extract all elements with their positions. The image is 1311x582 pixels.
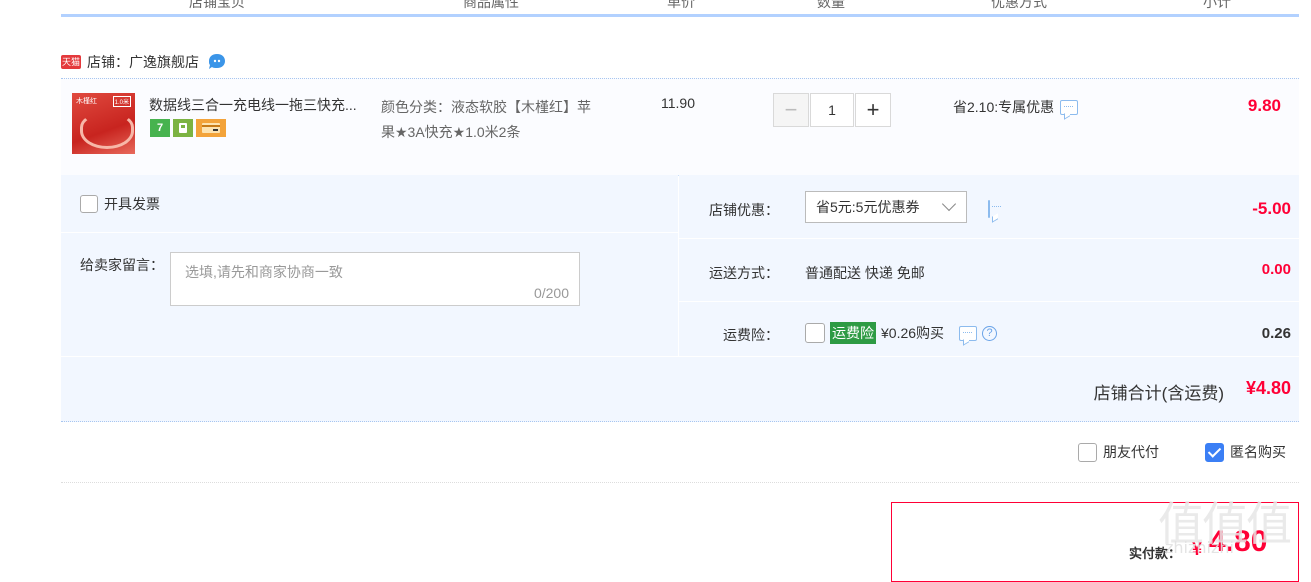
shop-coupon-select[interactable]: 省5元:5元优惠券 [805,191,967,223]
quantity-stepper: − 1 + [773,93,891,127]
seller-message-textarea[interactable]: 选填,请先和商家协商一致 0/200 [170,252,580,306]
shop-coupon-value: 省5元:5元优惠券 [816,199,920,215]
header-col-qty: 数量 [817,0,845,10]
seven-day-return-icon[interactable]: 7 [150,119,170,137]
invoice-checkbox[interactable] [80,195,98,213]
shop-total-amount: ¥4.80 [1245,378,1291,398]
shipping-method: 普通配送 快递 免邮 [805,265,925,281]
insurance-tag: 运费险 [830,322,876,344]
friend-pay-checkbox[interactable] [1078,442,1097,462]
divider [61,482,1299,484]
watermark-sub: zhizhizhi [1165,538,1234,557]
quantity-decrease-button[interactable]: − [773,93,809,127]
credit-card-icon[interactable] [196,119,226,137]
thumbnail-tag: 1.0米 [112,96,131,107]
cart-item-row: 木槿红 1.0米 数据线三合一充电线一拖三快充... 7 颜色分类：液态软胶【木… [61,78,1299,176]
chevron-down-icon [941,196,957,212]
message-placeholder: 选填,请先和商家协商一致 [185,264,343,280]
header-col-price: 单价 [667,0,695,10]
product-properties: 颜色分类：液态软胶【木槿红】苹 果★3A快充★1.0米2条 [381,95,621,145]
shop-name-link[interactable]: 店铺：广逸旗舰店 [87,52,199,72]
shipping-label: 运送方式： [709,265,779,281]
header-col-discount: 优惠方式 [991,0,1047,10]
cable-graphic [80,113,134,149]
product-title-link[interactable]: 数据线三合一充电线一拖三快充... [149,95,374,115]
shop-total-label: 店铺合计(含运费) [1093,384,1224,403]
insurance-comment-icon[interactable] [959,325,978,341]
property-line: 果★3A快充★1.0米2条 [381,124,521,140]
item-discount: 省2.10:专属优惠 [953,97,1079,117]
order-options-left: 开具发票 给卖家留言： 选填,请先和商家协商一致 0/200 [61,175,678,356]
product-thumbnail[interactable]: 木槿红 1.0米 [72,93,135,154]
coupon-comment-icon[interactable] [988,200,1001,218]
help-icon[interactable]: ? [982,325,998,341]
header-divider [606,0,608,14]
header-divider [756,0,758,14]
order-options-right: 店铺优惠： 省5元:5元优惠券 -5.00 运送方式： 普通配送 快递 免邮 0… [679,175,1299,356]
friend-pay-label: 朋友代付 [1103,444,1159,460]
shop-line: 天猫 店铺：广逸旗舰店 [61,52,761,72]
header-divider [1134,0,1136,14]
guarantee-icon[interactable] [173,119,193,137]
shop-discount-amount: -5.00 [1252,199,1291,218]
discount-comment-icon[interactable] [1060,99,1079,115]
shop-discount-label: 店铺优惠： [709,202,779,218]
property-line: 颜色分类：液态软胶【木槿红】苹 [381,99,591,115]
wangwang-chat-icon[interactable] [207,53,227,71]
quantity-input[interactable]: 1 [810,93,854,127]
thumbnail-brand-text: 木槿红 [76,98,97,105]
divider [679,301,1299,302]
header-divider [907,0,909,14]
discount-text: 省2.10:专属优惠 [953,99,1055,115]
quantity-increase-button[interactable]: + [855,93,891,127]
shipping-amount: 0.00 [1261,261,1291,278]
shop-total-bar: 店铺合计(含运费) ¥4.80 [61,357,1299,422]
header-divider [379,0,381,14]
insurance-checkbox[interactable] [805,323,825,343]
divider [61,232,678,233]
insurance-price: ¥0.26购买 [881,325,945,341]
payment-extra-options: 朋友代付 匿名购买 [1078,442,1286,462]
tmall-badge-icon: 天猫 [61,55,81,69]
item-subtotal: 9.80 [1247,96,1281,115]
message-char-count: 0/200 [533,285,569,301]
divider [679,238,1299,239]
header-col-subtotal: 小计 [1203,0,1231,10]
invoice-option[interactable]: 开具发票 [80,194,160,214]
invoice-label: 开具发票 [104,196,160,212]
insurance-amount: 0.26 [1261,325,1291,342]
message-label: 给卖家留言： [80,257,164,273]
header-col-props: 商品属性 [463,0,519,10]
unit-price: 11.90 [661,95,695,111]
service-badges: 7 [150,119,226,137]
header-col-items: 店铺宝贝 [189,0,245,10]
anonymous-label: 匿名购买 [1230,444,1286,460]
cart-header-row: 店铺宝贝 商品属性 单价 数量 优惠方式 小计 [61,0,1299,17]
insurance-label: 运费险： [723,327,779,343]
anonymous-checkbox[interactable] [1205,442,1224,462]
shipping-insurance-option: 运费险 ¥0.26购买 ? [805,322,998,344]
